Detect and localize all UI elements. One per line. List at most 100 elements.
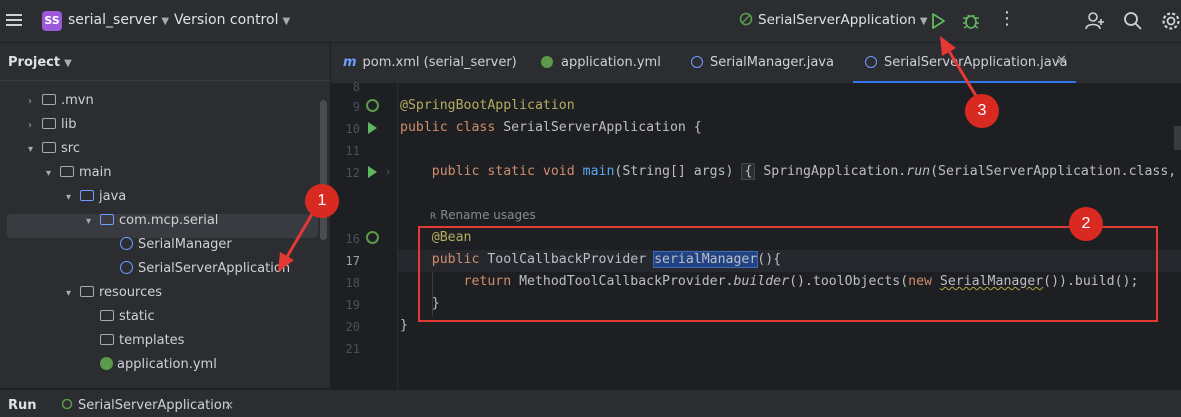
folder-icon (80, 286, 94, 297)
chevron-down-icon: ▼ (919, 16, 928, 27)
annotation-highlight-box (418, 226, 1158, 322)
line-number: 8 (352, 80, 360, 94)
folder-icon (42, 118, 56, 129)
run-config-tab[interactable]: SerialServerApplication (60, 398, 230, 413)
spring-leaf-icon (739, 12, 753, 26)
line-number: 9 (352, 100, 360, 114)
tree-item[interactable]: application.yml (86, 354, 217, 376)
tab-label: application.yml (561, 55, 661, 70)
code-line-20: } (400, 318, 408, 333)
tree-item[interactable]: templates (86, 330, 184, 352)
yml-icon (100, 357, 113, 370)
tree-item[interactable]: › lib (28, 114, 76, 136)
package-icon (100, 214, 114, 225)
tree-item-label: application.yml (117, 357, 217, 372)
hamburger-menu-icon[interactable] (6, 12, 22, 28)
tab-close-icon[interactable]: ✕ (1056, 53, 1067, 68)
tab-label: pom.xml (serial_server) (362, 55, 517, 70)
chevron-down-icon[interactable]: ▾ (46, 163, 60, 185)
chevron-down-icon[interactable]: ▾ (66, 283, 80, 305)
project-name: serial_server (68, 12, 158, 28)
tree-item[interactable]: ▾ com.mcp.serial (86, 210, 218, 232)
tree-item[interactable]: SerialServerApplication (106, 258, 290, 280)
folder-icon (100, 310, 114, 321)
tree-item-label: src (61, 141, 80, 156)
tab-application-yml[interactable]: application.yml (541, 43, 661, 83)
chevron-down-icon[interactable]: ▾ (86, 211, 100, 233)
code-line-12: public static void main(String[] args) {… (431, 163, 1177, 180)
spring-bean-gutter-icon[interactable] (366, 231, 379, 244)
search-icon[interactable] (1122, 10, 1144, 32)
tab-label: SerialServerApplication.java (884, 55, 1068, 70)
run-gutter-icon[interactable] (368, 166, 377, 178)
chevron-right-icon[interactable]: › (28, 115, 42, 137)
tree-item[interactable]: SerialManager (106, 234, 232, 256)
chevron-down-icon[interactable]: ▾ (28, 139, 42, 161)
bug-icon (963, 14, 979, 29)
project-panel-title-text: Project (8, 55, 61, 70)
tree-item-label: SerialServerApplication (138, 261, 291, 276)
spring-bean-gutter-icon[interactable] (366, 99, 379, 112)
run-configuration-selector[interactable]: SerialServerApplication ▼ (738, 12, 928, 28)
project-panel-title[interactable]: Project ▼ (8, 55, 72, 70)
folder-icon (42, 142, 56, 153)
tree-item-label: lib (61, 117, 77, 132)
folder-icon (80, 190, 94, 201)
spring-leaf-icon (61, 398, 73, 410)
tree-item-label: templates (119, 333, 185, 348)
tree-item[interactable]: ▾ main (46, 162, 111, 184)
fold-chevron-icon[interactable]: › (386, 165, 390, 178)
run-gutter-icon[interactable] (368, 122, 377, 134)
folded-code-region[interactable]: { (741, 163, 756, 180)
line-number: 16 (345, 232, 360, 246)
tree-scrollbar[interactable] (320, 100, 327, 240)
folder-icon (100, 334, 114, 345)
line-number-current: 17 (345, 254, 360, 268)
tree-item-label: SerialManager (138, 237, 232, 252)
tree-item[interactable]: ▾ src (28, 138, 80, 160)
project-selector[interactable]: serial_server ▼ (68, 12, 169, 28)
line-number: 12 (345, 166, 360, 180)
annotation-badge-1: 1 (305, 184, 339, 218)
tree-item-label: resources (99, 285, 163, 300)
tree-item[interactable]: ▾ resources (66, 282, 162, 304)
line-number: 11 (345, 144, 360, 158)
gutter-divider (397, 84, 398, 388)
tree-item-label: main (79, 165, 112, 180)
chevron-down-icon: ▼ (282, 16, 291, 27)
tree-item[interactable]: › .mvn (28, 90, 94, 112)
add-user-icon[interactable] (1084, 10, 1106, 32)
tree-item[interactable]: ▾ java (66, 186, 126, 208)
line-number: 19 (345, 298, 360, 312)
line-number: 10 (345, 122, 360, 136)
chevron-right-icon[interactable]: › (28, 91, 42, 113)
folder-icon (60, 166, 74, 177)
rename-usages-hint[interactable]: R Rename usages (430, 208, 536, 222)
run-configuration-name: SerialServerApplication (758, 12, 916, 28)
tab-serial-manager[interactable]: SerialManager.java (691, 43, 834, 83)
tab-pom-xml[interactable]: m pom.xml (serial_server) (343, 43, 517, 83)
active-tab-indicator (853, 81, 1076, 83)
play-icon (932, 13, 945, 29)
more-actions-button[interactable]: ⋮ (998, 8, 1016, 29)
yml-icon (541, 56, 553, 68)
chevron-down-icon: ▼ (161, 16, 170, 27)
close-icon[interactable]: × (224, 398, 234, 412)
editor-scrollbar[interactable] (1174, 126, 1181, 150)
line-number: 21 (345, 342, 360, 356)
run-tool-window-label[interactable]: Run (8, 398, 37, 413)
tab-serial-server-application[interactable]: SerialServerApplication.java (865, 43, 1067, 83)
annotation-badge-3: 3 (965, 94, 999, 128)
project-badge[interactable]: SS (42, 11, 62, 31)
version-control-menu[interactable]: Version control ▼ (174, 12, 290, 28)
chevron-down-icon[interactable]: ▾ (66, 187, 80, 209)
line-number: 18 (345, 276, 360, 290)
gear-icon[interactable] (1160, 10, 1181, 32)
spring-class-icon (120, 261, 133, 274)
rename-icon: R (430, 212, 437, 222)
tree-item[interactable]: static (86, 306, 155, 328)
debug-button[interactable] (960, 10, 982, 32)
version-control-label: Version control (174, 12, 279, 28)
run-button[interactable] (928, 10, 948, 32)
tree-item-label: static (119, 309, 155, 324)
